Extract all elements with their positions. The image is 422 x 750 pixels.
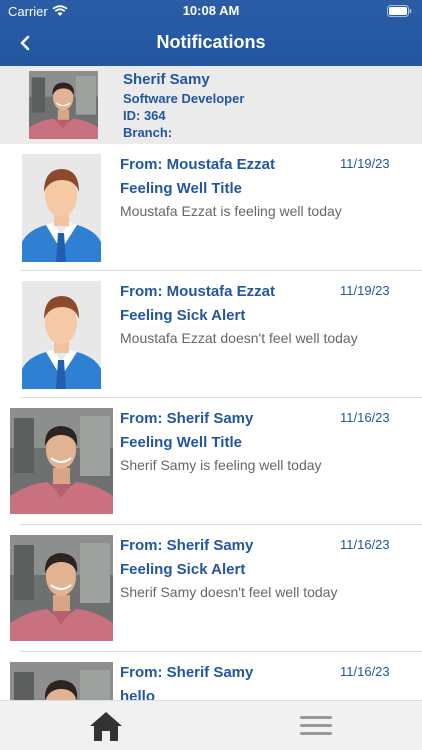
profile-name: Sherif Samy [123, 71, 210, 88]
notification-title: Feeling Well Title [120, 180, 242, 197]
status-bar: Carrier 10:08 AM [0, 0, 422, 22]
notification-date: 11/16/23 [340, 664, 390, 679]
generic-avatar-icon [22, 154, 101, 262]
profile-branch: Branch: [123, 125, 173, 140]
notification-row[interactable]: From: Sherif Samy 11/16/23 Feeling Well … [0, 398, 422, 525]
user-photo-avatar [10, 535, 113, 641]
notification-row[interactable]: From: Sherif Samy 11/16/23 Feeling Sick … [0, 525, 422, 652]
notification-date: 11/16/23 [340, 537, 390, 552]
notification-title: Feeling Sick Alert [120, 561, 246, 578]
notification-body: Sherif Samy is feeling well today [120, 457, 322, 473]
battery-icon [387, 5, 412, 17]
notification-title: Feeling Well Title [120, 434, 242, 451]
notification-title: hello [120, 688, 156, 700]
notification-title: Feeling Sick Alert [120, 307, 246, 324]
user-photo-avatar [10, 408, 113, 514]
profile-role: Software Developer [123, 91, 245, 106]
user-photo-avatar [10, 662, 113, 700]
profile-avatar [29, 71, 98, 139]
notification-list: From: Moustafa Ezzat 11/19/23 Feeling We… [0, 144, 422, 700]
notification-body: Moustafa Ezzat is feeling well today [120, 203, 342, 219]
notification-date: 11/16/23 [340, 410, 390, 425]
profile-id: ID: 364 [123, 108, 166, 123]
notification-sender: From: Moustafa Ezzat [120, 156, 276, 173]
notification-sender: From: Sherif Samy [120, 664, 254, 681]
notifications-screen: Carrier 10:08 AM Notifications Sherif Sa… [0, 0, 422, 750]
notification-row[interactable]: From: Moustafa Ezzat 11/19/23 Feeling We… [0, 144, 422, 271]
generic-avatar-icon [22, 281, 101, 389]
notification-sender: From: Moustafa Ezzat [120, 283, 276, 300]
page-title: Notifications [156, 32, 266, 52]
hamburger-menu-icon[interactable] [298, 713, 334, 739]
notification-body: Moustafa Ezzat doesn't feel well today [120, 330, 358, 346]
notification-row[interactable]: From: Sherif Samy 11/16/23 hello [0, 652, 422, 700]
profile-card: Sherif Samy Software Developer ID: 364 B… [0, 66, 422, 144]
profile-info: Sherif Samy Software Developer ID: 364 B… [123, 70, 244, 141]
notification-date: 11/19/23 [340, 283, 390, 298]
notification-sender: From: Sherif Samy [120, 410, 254, 427]
clock: 10:08 AM [182, 3, 240, 18]
notification-sender: From: Sherif Samy [120, 537, 254, 554]
tab-bar [0, 700, 422, 750]
header: Carrier 10:08 AM Notifications [0, 0, 422, 66]
notification-row[interactable]: From: Moustafa Ezzat 11/19/23 Feeling Si… [0, 271, 422, 398]
notification-body: Sherif Samy doesn't feel well today [120, 584, 338, 600]
notification-date: 11/19/23 [340, 156, 390, 171]
home-icon[interactable] [88, 709, 124, 743]
